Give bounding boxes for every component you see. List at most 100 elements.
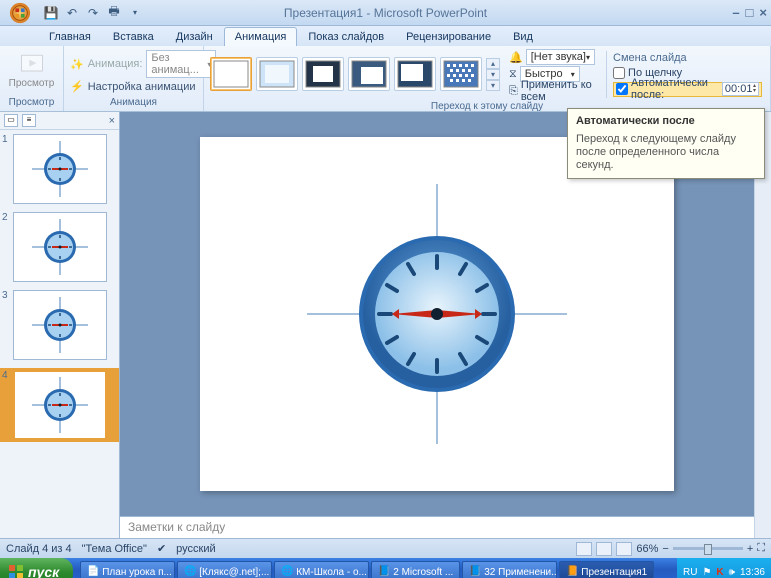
transition-cut[interactable] xyxy=(348,57,390,91)
tray-kaspersky-icon[interactable]: K xyxy=(716,567,723,578)
slide[interactable] xyxy=(200,137,674,491)
taskbar-item-5[interactable]: 📙Презентация1 xyxy=(559,561,654,578)
transition-none[interactable] xyxy=(210,57,252,91)
animate-label: Анимация: xyxy=(88,58,143,70)
tray-language[interactable]: RU xyxy=(683,567,697,578)
redo-icon[interactable]: ↷ xyxy=(84,4,102,22)
tab-slideshow[interactable]: Показ слайдов xyxy=(297,27,395,46)
zoom-in-button[interactable]: + xyxy=(747,543,753,555)
tray-volume-icon[interactable]: 🕪 xyxy=(729,567,735,578)
thumb-number: 1 xyxy=(2,134,10,204)
save-icon[interactable]: 💾 xyxy=(42,4,60,22)
auto-after-label: Автоматически после: xyxy=(631,77,719,101)
window-title: Презентация1 - Microsoft PowerPoint xyxy=(284,6,487,20)
preview-button[interactable]: Просмотр xyxy=(4,48,59,91)
undo-icon[interactable]: ↶ xyxy=(63,4,81,22)
windows-logo-icon xyxy=(8,564,24,578)
notes-pane[interactable]: Заметки к слайду xyxy=(120,516,754,538)
tab-view[interactable]: Вид xyxy=(502,27,544,46)
on-click-checkbox[interactable] xyxy=(613,67,625,79)
zoom-out-button[interactable]: − xyxy=(662,543,668,555)
start-button[interactable]: пуск xyxy=(0,558,73,578)
group-label-preview: Просмотр xyxy=(4,96,59,109)
transition-fade[interactable] xyxy=(256,57,298,91)
slides-panel: ▭ ≡ × 1 2 3 4 xyxy=(0,112,120,538)
task-app-icon: 📙 xyxy=(566,566,578,578)
zoom-slider[interactable] xyxy=(673,547,743,550)
tab-insert[interactable]: Вставка xyxy=(102,27,165,46)
gallery-scroll[interactable]: ▴▾▾ xyxy=(486,58,500,91)
tray-clock[interactable]: 13:36 xyxy=(740,567,765,578)
transition-dissolve[interactable] xyxy=(440,57,482,91)
task-label: КМ-Школа - о... xyxy=(296,567,367,578)
task-app-icon: 🌐 xyxy=(281,566,293,578)
task-label: План урока п... xyxy=(102,567,172,578)
task-label: 32 Применени... xyxy=(484,567,557,578)
slideshow-view-button[interactable] xyxy=(616,542,632,556)
start-label: пуск xyxy=(28,564,59,578)
clock-shape xyxy=(307,174,567,454)
preview-icon xyxy=(18,50,46,78)
tab-review[interactable]: Рецензирование xyxy=(395,27,502,46)
quick-access-toolbar: 💾 ↶ ↷ 🖶 ▾ xyxy=(42,4,144,22)
advance-title: Смена слайда xyxy=(613,52,762,64)
auto-after-spinner[interactable]: 00:01▴▾ xyxy=(722,82,759,96)
slides-tab-icon[interactable]: ▭ xyxy=(4,114,18,127)
apply-all-button[interactable]: ⎘Применить ко всем xyxy=(509,83,599,99)
tab-design[interactable]: Дизайн xyxy=(165,27,224,46)
task-app-icon: 📄 xyxy=(87,566,99,578)
outline-tab-icon[interactable]: ≡ xyxy=(22,114,36,127)
office-button[interactable] xyxy=(2,0,38,26)
auto-after-checkbox[interactable] xyxy=(616,83,628,95)
transition-black[interactable] xyxy=(302,57,344,91)
animate-icon: ✨ xyxy=(70,58,84,71)
task-label: Презентация1 xyxy=(581,567,647,578)
task-label: 2 Microsoft ... xyxy=(393,567,453,578)
tab-animation[interactable]: Анимация xyxy=(224,27,298,46)
sound-dropdown[interactable]: [Нет звука]▾ xyxy=(526,49,595,65)
status-language[interactable]: русский xyxy=(176,543,215,555)
minimize-button[interactable]: – xyxy=(732,5,739,20)
tray-icon[interactable]: ⚑ xyxy=(702,567,711,578)
fit-window-button[interactable]: ⛶ xyxy=(757,542,765,555)
transition-cut2[interactable] xyxy=(394,57,436,91)
thumbnail-4[interactable]: 4 xyxy=(0,368,119,442)
taskbar-item-3[interactable]: 📘2 Microsoft ... xyxy=(371,561,460,578)
tooltip-title: Автоматически после xyxy=(576,115,756,127)
thumbnail-list: 1 2 3 4 xyxy=(0,130,119,538)
thumbnail-1[interactable]: 1 xyxy=(2,134,117,204)
sorter-view-button[interactable] xyxy=(596,542,612,556)
thumb-number: 3 xyxy=(2,290,10,360)
print-icon[interactable]: 🖶 xyxy=(105,4,123,22)
ribbon-tabs: Главная Вставка Дизайн Анимация Показ сл… xyxy=(0,26,771,46)
taskbar-item-4[interactable]: 📘32 Применени... xyxy=(462,561,557,578)
thumbnail-3[interactable]: 3 xyxy=(2,290,117,360)
tab-home[interactable]: Главная xyxy=(38,27,102,46)
title-bar: 💾 ↶ ↷ 🖶 ▾ Презентация1 - Microsoft Power… xyxy=(0,0,771,26)
normal-view-button[interactable] xyxy=(576,542,592,556)
panel-close-icon[interactable]: × xyxy=(109,115,115,127)
status-bar: Слайд 4 из 4 "Тема Office" ✔ русский 66%… xyxy=(0,538,771,558)
speed-icon: ⧖ xyxy=(509,68,517,81)
close-button[interactable]: × xyxy=(759,5,767,20)
thumbnail-2[interactable]: 2 xyxy=(2,212,117,282)
status-theme: "Тема Office" xyxy=(82,543,147,555)
restore-button[interactable]: □ xyxy=(746,5,754,20)
taskbar-item-1[interactable]: 🌐[Клякс@.net];... xyxy=(177,561,272,578)
tooltip: Автоматически после Переход к следующему… xyxy=(567,108,765,179)
notes-scrollbar[interactable] xyxy=(754,516,771,538)
custom-anim-icon: ⚡ xyxy=(70,80,84,93)
taskbar-item-2[interactable]: 🌐КМ-Школа - о... xyxy=(274,561,369,578)
custom-animation-button[interactable]: Настройка анимации xyxy=(88,81,196,93)
thumb-number: 2 xyxy=(2,212,10,282)
zoom-level: 66% xyxy=(636,543,658,555)
qat-more-icon[interactable]: ▾ xyxy=(126,4,144,22)
system-tray: RU ⚑ K 🕪 13:36 xyxy=(677,558,771,578)
preview-label: Просмотр xyxy=(9,78,55,89)
tooltip-body: Переход к следующему слайду после опреде… xyxy=(576,133,756,172)
taskbar-item-0[interactable]: 📄План урока п... xyxy=(80,561,175,578)
taskbar: пуск 📄План урока п...🌐[Клякс@.net];...🌐К… xyxy=(0,558,771,578)
task-app-icon: 🌐 xyxy=(184,566,196,578)
spellcheck-icon[interactable]: ✔ xyxy=(157,542,166,555)
sound-icon: 🔔 xyxy=(509,51,523,64)
